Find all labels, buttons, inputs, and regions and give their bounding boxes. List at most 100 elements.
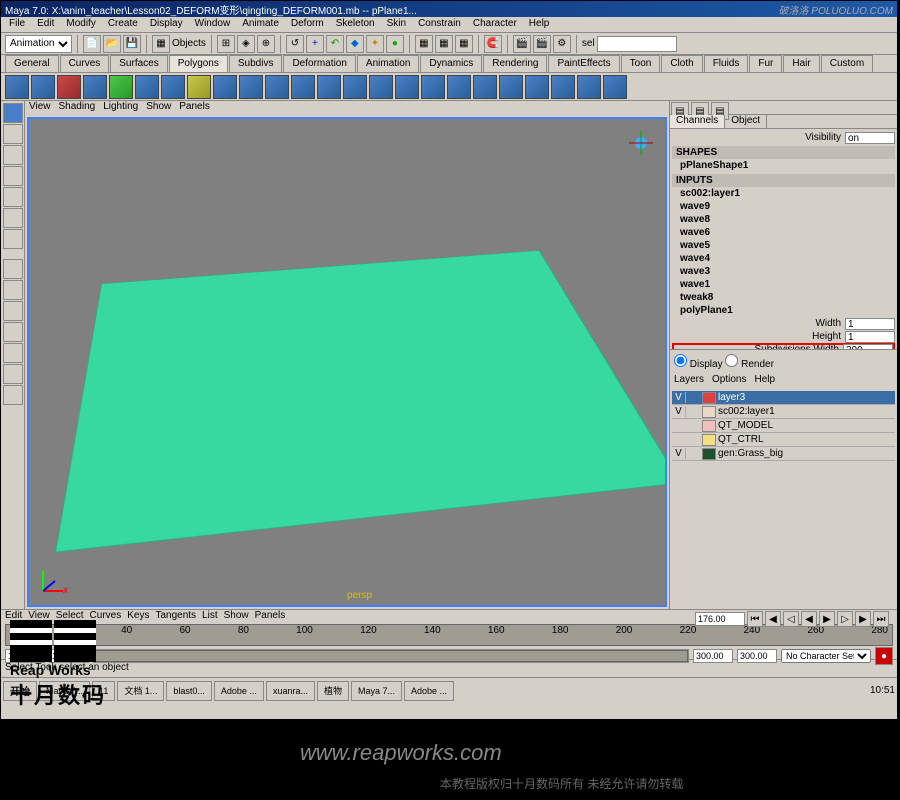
menu-character[interactable]: Character bbox=[469, 18, 521, 31]
layer-color-swatch[interactable] bbox=[702, 434, 716, 446]
shelf-item-1[interactable] bbox=[5, 75, 29, 99]
shelf-item-24[interactable] bbox=[603, 75, 627, 99]
layout-persp[interactable] bbox=[3, 343, 23, 363]
taskbar-button[interactable]: Maya 7... bbox=[351, 681, 402, 701]
select-tool[interactable] bbox=[3, 103, 23, 123]
frame-a-field[interactable] bbox=[693, 649, 733, 663]
layer-visibility-toggle[interactable]: V bbox=[672, 392, 686, 403]
input-node[interactable]: wave8 bbox=[672, 213, 895, 226]
menu-constrain[interactable]: Constrain bbox=[414, 18, 465, 31]
mode-selector[interactable]: Animation bbox=[5, 35, 72, 53]
input-node[interactable]: tweak8 bbox=[672, 291, 895, 304]
shelf-tab-curves[interactable]: Curves bbox=[60, 55, 110, 72]
move-tool[interactable] bbox=[3, 145, 23, 165]
clapboard2-icon[interactable]: 🎬 bbox=[533, 35, 551, 53]
layer-color-swatch[interactable] bbox=[702, 406, 716, 418]
shelf-tab-rendering[interactable]: Rendering bbox=[483, 55, 547, 72]
shelf-tab-custom[interactable]: Custom bbox=[821, 55, 873, 72]
shelf-item-21[interactable] bbox=[525, 75, 549, 99]
shelf-tab-cloth[interactable]: Cloth bbox=[661, 55, 702, 72]
menu-help[interactable]: Help bbox=[525, 18, 554, 31]
shelf-item-15[interactable] bbox=[369, 75, 393, 99]
input-node[interactable]: sc002:layer1 bbox=[672, 187, 895, 200]
shelf-item-18[interactable] bbox=[447, 75, 471, 99]
rotate-tool[interactable] bbox=[3, 166, 23, 186]
open-scene-icon[interactable]: 📂 bbox=[103, 35, 121, 53]
hypershade-icon[interactable]: ▦ bbox=[415, 35, 433, 53]
taskbar-button[interactable]: Adobe ... bbox=[404, 681, 454, 701]
shelf-item-17[interactable] bbox=[421, 75, 445, 99]
render-view-icon[interactable]: ▦ bbox=[435, 35, 453, 53]
prev-key-icon[interactable]: ◁ bbox=[783, 611, 799, 627]
goto-end-icon[interactable]: ⏭ bbox=[873, 611, 889, 627]
shelf-tab-surfaces[interactable]: Surfaces bbox=[110, 55, 167, 72]
shelf-item-3[interactable] bbox=[57, 75, 81, 99]
channel-tab-channels[interactable]: Channels bbox=[670, 115, 725, 128]
input-node[interactable]: wave1 bbox=[672, 278, 895, 291]
layer-row[interactable]: Vsc002:layer1 bbox=[672, 405, 895, 419]
taskbar-button[interactable]: xuanra... bbox=[266, 681, 315, 701]
layer-row[interactable]: QT_CTRL bbox=[672, 433, 895, 447]
input-node[interactable]: polyPlane1 bbox=[672, 304, 895, 317]
shelf-item-10[interactable] bbox=[239, 75, 263, 99]
construction-icon[interactable]: ◆ bbox=[346, 35, 364, 53]
objects-icon[interactable]: ▦ bbox=[152, 35, 170, 53]
shelf-item-6[interactable] bbox=[135, 75, 159, 99]
autokey-icon[interactable]: ● bbox=[875, 647, 893, 665]
attr-value[interactable]: 1 bbox=[845, 318, 895, 330]
selection-field[interactable] bbox=[597, 36, 677, 52]
history-icon[interactable]: ↺ bbox=[286, 35, 304, 53]
character-set-select[interactable]: No Character Set bbox=[781, 649, 871, 663]
new-scene-icon[interactable]: 📄 bbox=[83, 35, 101, 53]
shelf-tab-painteffects[interactable]: PaintEffects bbox=[548, 55, 619, 72]
layer-row[interactable]: Vgen:Grass_big bbox=[672, 447, 895, 461]
clapboard-icon[interactable]: 🎬 bbox=[513, 35, 531, 53]
input-node[interactable]: wave3 bbox=[672, 265, 895, 278]
layer-row[interactable]: QT_MODEL bbox=[672, 419, 895, 433]
shelf-item-5[interactable] bbox=[109, 75, 133, 99]
menu-deform[interactable]: Deform bbox=[287, 18, 328, 31]
shelf-tab-dynamics[interactable]: Dynamics bbox=[420, 55, 482, 72]
shelf-item-11[interactable] bbox=[265, 75, 289, 99]
plus-icon[interactable]: + bbox=[306, 35, 324, 53]
step-fwd-icon[interactable]: ▶ bbox=[855, 611, 871, 627]
input-node[interactable]: wave9 bbox=[672, 200, 895, 213]
shelf-item-20[interactable] bbox=[499, 75, 523, 99]
menu-skin[interactable]: Skin bbox=[383, 18, 410, 31]
input-node[interactable]: wave5 bbox=[672, 239, 895, 252]
taskbar-button[interactable]: blast0... bbox=[166, 681, 212, 701]
attr-value[interactable]: 1 bbox=[845, 331, 895, 343]
input-node[interactable]: wave4 bbox=[672, 252, 895, 265]
snap-icon[interactable]: ⊞ bbox=[217, 35, 235, 53]
shelf-item-9[interactable] bbox=[213, 75, 237, 99]
layout-four[interactable] bbox=[3, 280, 23, 300]
layer-row[interactable]: Vlayer3 bbox=[672, 391, 895, 405]
shelf-item-12[interactable] bbox=[291, 75, 315, 99]
view-compass-icon[interactable] bbox=[627, 129, 655, 157]
snap-point-icon[interactable]: ⊕ bbox=[257, 35, 275, 53]
shelf-tab-fluids[interactable]: Fluids bbox=[704, 55, 749, 72]
layer-menu-help[interactable]: Help bbox=[754, 374, 775, 385]
layer-color-swatch[interactable] bbox=[702, 448, 716, 460]
taskbar-button[interactable]: Adobe ... bbox=[214, 681, 264, 701]
shelf-tab-fur[interactable]: Fur bbox=[749, 55, 782, 72]
shelf-tab-general[interactable]: General bbox=[5, 55, 59, 72]
settings-icon[interactable]: ⚙ bbox=[553, 35, 571, 53]
render-icon[interactable]: ✦ bbox=[366, 35, 384, 53]
vp-menu-panels[interactable]: Panels bbox=[179, 101, 210, 115]
menu-create[interactable]: Create bbox=[104, 18, 142, 31]
play-fwd-icon[interactable]: ▶ bbox=[819, 611, 835, 627]
shelf-tab-hair[interactable]: Hair bbox=[783, 55, 819, 72]
ts-menu-list[interactable]: List bbox=[202, 610, 218, 624]
perspective-viewport[interactable]: x persp bbox=[27, 117, 667, 607]
shelf-item-16[interactable] bbox=[395, 75, 419, 99]
vp-menu-lighting[interactable]: Lighting bbox=[103, 101, 138, 115]
shelf-tab-subdivs[interactable]: Subdivs bbox=[229, 55, 283, 72]
play-back-icon[interactable]: ◀ bbox=[801, 611, 817, 627]
menu-file[interactable]: File bbox=[5, 18, 29, 31]
shelf-tab-deformation[interactable]: Deformation bbox=[283, 55, 355, 72]
ts-menu-panels[interactable]: Panels bbox=[255, 610, 286, 624]
layout-two-stack[interactable] bbox=[3, 322, 23, 342]
frame-b-field[interactable] bbox=[737, 649, 777, 663]
save-scene-icon[interactable]: 💾 bbox=[123, 35, 141, 53]
